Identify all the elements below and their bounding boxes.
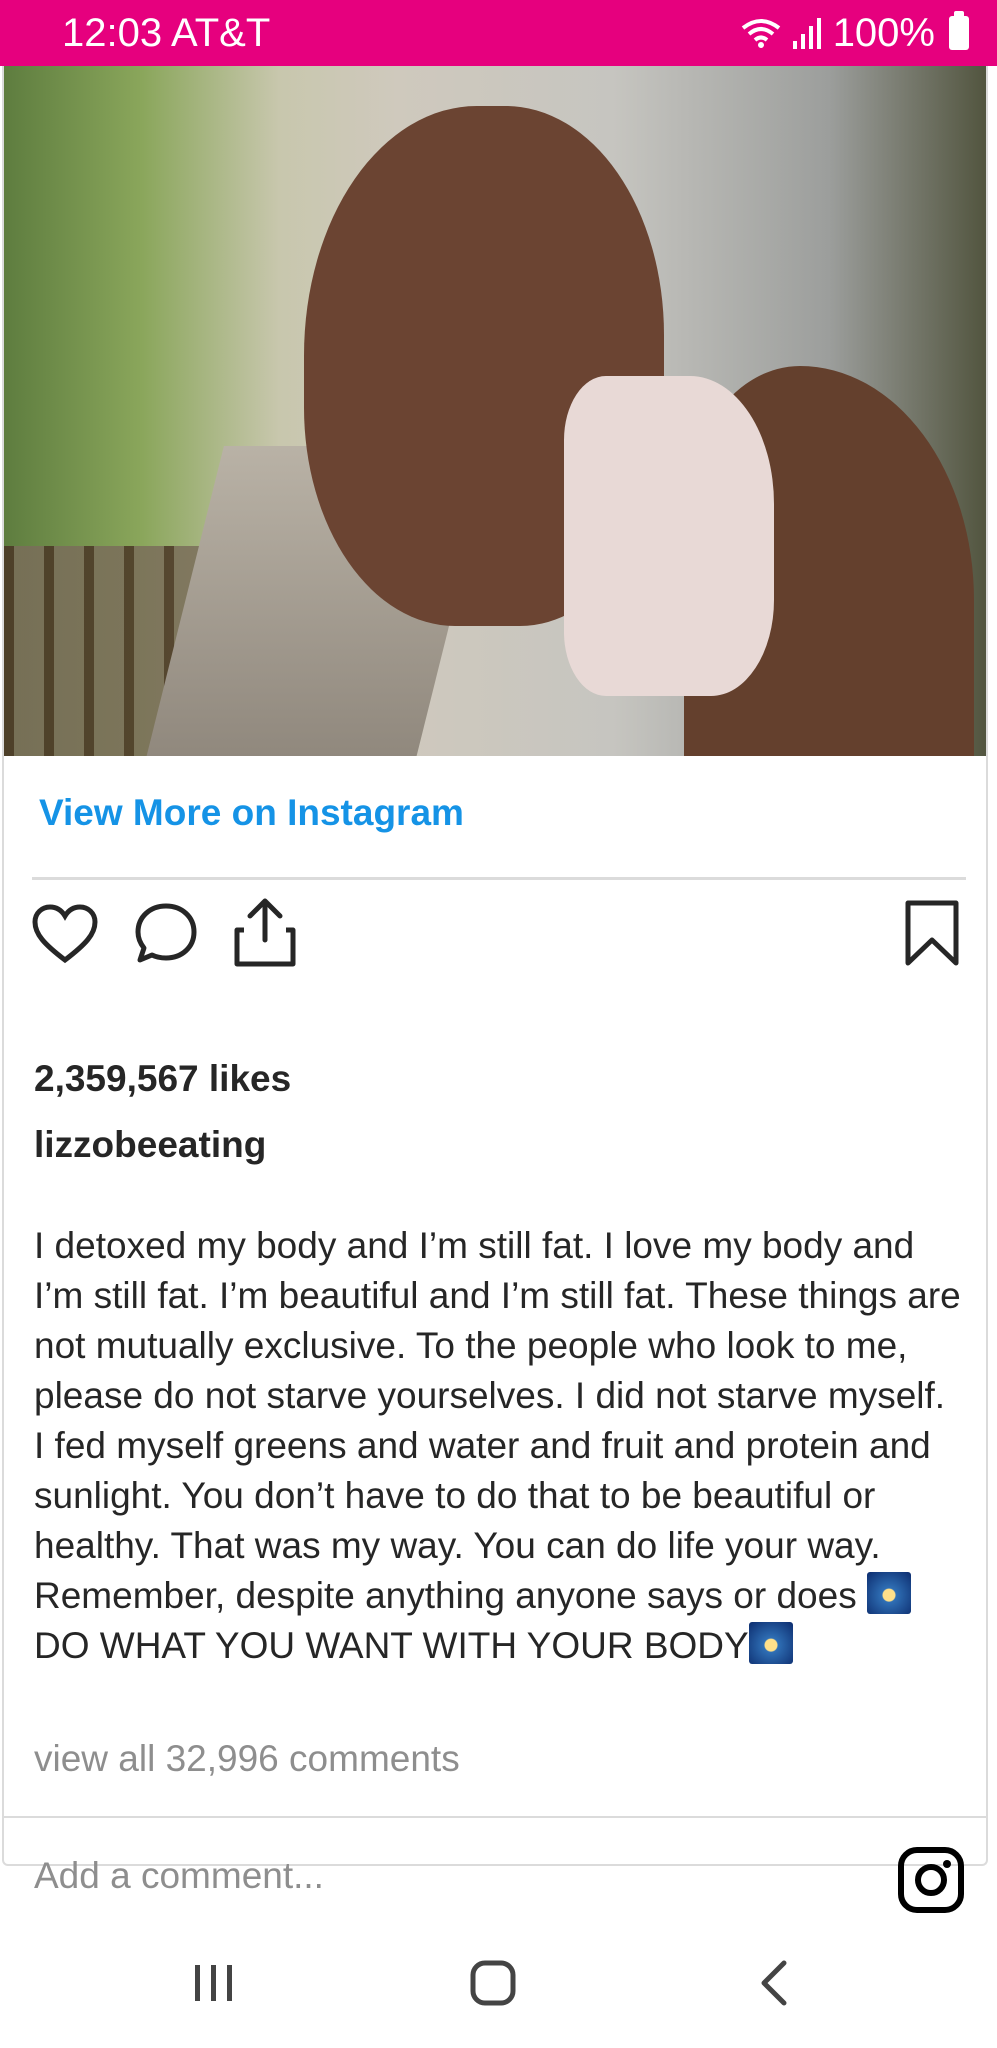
comment-bubble-icon[interactable] <box>134 902 198 966</box>
home-icon[interactable] <box>469 1959 517 2007</box>
caption-text-2: DO WHAT YOU WANT WITH YOUR BODY <box>34 1625 749 1666</box>
status-time: 12:03 <box>62 10 163 55</box>
status-left: 12:03 AT&T <box>62 11 270 56</box>
wifi-icon <box>741 19 780 48</box>
status-carrier: AT&T <box>171 10 271 55</box>
photo-garment <box>564 376 774 696</box>
divider <box>32 877 966 880</box>
back-icon[interactable] <box>756 1959 790 2007</box>
heart-icon[interactable] <box>32 904 98 964</box>
fireworks-emoji-icon <box>867 1572 911 1614</box>
post-username[interactable]: lizzobeeating <box>34 1124 266 1166</box>
battery-percent: 100% <box>832 10 935 55</box>
system-nav-bar <box>0 1930 997 2048</box>
add-comment-input[interactable] <box>34 1846 834 1906</box>
caption-text: I detoxed my body and I’m still fat. I l… <box>34 1225 961 1616</box>
recent-apps-icon[interactable] <box>192 1961 236 2005</box>
bookmark-icon[interactable] <box>904 900 960 966</box>
battery-icon <box>949 11 969 50</box>
signal-icon <box>792 18 821 49</box>
post-caption: I detoxed my body and I’m still fat. I l… <box>34 1221 964 1671</box>
status-right: 100% <box>739 11 969 56</box>
instagram-embed-card: View More on Instagram 2,359,567 likes l… <box>2 66 988 1913</box>
fireworks-emoji-icon <box>748 1622 793 1664</box>
post-photo[interactable] <box>4 66 986 756</box>
view-more-link[interactable]: View More on Instagram <box>39 792 464 834</box>
status-bar: 12:03 AT&T 100% <box>0 0 997 66</box>
comment-divider <box>4 1816 986 1818</box>
view-all-comments-link[interactable]: view all 32,996 comments <box>34 1738 460 1780</box>
instagram-logo-icon[interactable] <box>898 1847 964 1913</box>
likes-count: 2,359,567 likes <box>34 1058 292 1099</box>
share-icon[interactable] <box>232 896 298 968</box>
